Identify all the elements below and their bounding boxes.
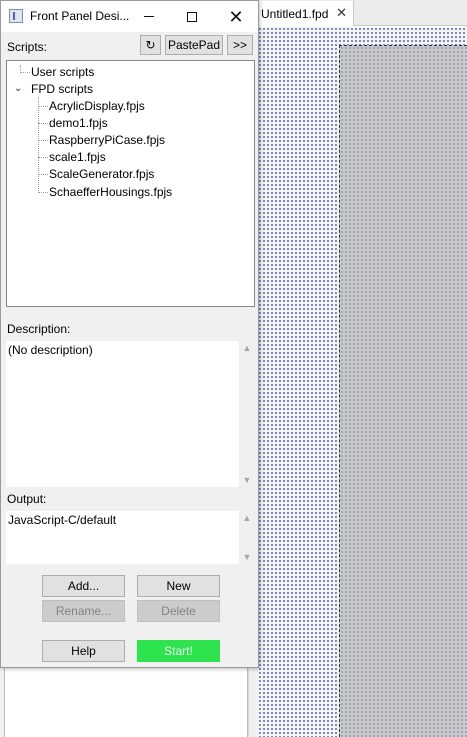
scroll-up-icon[interactable]: ▲ <box>239 511 255 525</box>
description-label: Description: <box>7 322 71 336</box>
document-tab-bar: Untitled1.fpd ✕ <box>258 0 467 26</box>
scroll-down-icon[interactable]: ▼ <box>239 550 255 564</box>
tree-connector <box>38 140 48 141</box>
delete-button[interactable]: Delete <box>137 600 220 622</box>
close-icon: ✕ <box>228 6 244 27</box>
description-scrollbar[interactable]: ▲ ▼ <box>239 341 255 487</box>
scroll-up-icon[interactable]: ▲ <box>239 341 255 355</box>
new-button[interactable]: New <box>137 575 220 597</box>
rename-button[interactable]: Rename... <box>42 600 125 622</box>
help-button[interactable]: Help <box>42 640 125 662</box>
scripts-label: Scripts: <box>7 40 48 54</box>
output-label: Output: <box>7 492 47 506</box>
output-field[interactable]: JavaScript-C/default ▲ ▼ <box>6 511 255 564</box>
window-title: Front Panel Desi... <box>30 9 130 23</box>
output-text: JavaScript-C/default <box>8 513 117 527</box>
output-scrollbar[interactable]: ▲ ▼ <box>239 511 255 564</box>
tree-item[interactable]: AcrylicDisplay.fpjs <box>49 97 145 114</box>
background-scrollbar[interactable] <box>248 668 258 737</box>
close-button[interactable]: ✕ <box>215 1 257 32</box>
scripts-dialog: Front Panel Desi... ✕ Scripts: ↻ PastePa… <box>0 0 259 668</box>
tree-connector <box>38 192 48 193</box>
pastepad-button[interactable]: PastePad <box>165 35 223 55</box>
tree-connector <box>38 123 48 124</box>
maximize-button[interactable] <box>171 1 213 32</box>
tree-item[interactable]: demo1.fpjs <box>49 114 108 131</box>
tree-connector <box>38 106 48 107</box>
tree-item[interactable]: SchaefferHousings.fpjs <box>49 183 172 200</box>
tree-connector <box>38 174 48 175</box>
refresh-icon: ↻ <box>145 38 156 52</box>
title-bar[interactable]: Front Panel Desi... ✕ <box>1 1 258 32</box>
maximize-icon <box>187 11 197 22</box>
document-tab-label: Untitled1.fpd <box>261 6 329 21</box>
front-panel-outline[interactable] <box>339 45 467 737</box>
description-text: (No description) <box>8 343 93 357</box>
background-list <box>4 668 248 737</box>
tree-connector <box>20 72 30 73</box>
tree-item[interactable]: RaspberryPiCase.fpjs <box>49 131 165 148</box>
minimize-icon <box>144 16 154 17</box>
tree-item[interactable]: scale1.fpjs <box>49 148 106 165</box>
app-icon <box>9 9 23 23</box>
tree-node-user-scripts[interactable]: User scripts <box>31 63 94 80</box>
scripts-tree[interactable]: User scripts ⌄ FPD scripts AcrylicDispla… <box>6 60 255 307</box>
start-button[interactable]: Start! <box>137 640 220 662</box>
tree-node-fpd-scripts[interactable]: FPD scripts <box>31 80 93 97</box>
tree-item[interactable]: ScaleGenerator.fpjs <box>49 165 154 182</box>
document-tab[interactable]: Untitled1.fpd ✕ <box>258 1 354 26</box>
add-button[interactable]: Add... <box>42 575 125 597</box>
minimize-button[interactable] <box>128 1 170 32</box>
chevron-down-icon[interactable]: ⌄ <box>14 83 22 94</box>
expand-button[interactable]: >> <box>227 35 253 55</box>
tree-connector <box>38 157 48 158</box>
description-field[interactable]: (No description) ▲ ▼ <box>6 341 255 487</box>
tree-connector <box>38 97 39 193</box>
scroll-down-icon[interactable]: ▼ <box>239 473 255 487</box>
refresh-button[interactable]: ↻ <box>140 35 161 55</box>
close-tab-icon[interactable]: ✕ <box>336 5 347 21</box>
